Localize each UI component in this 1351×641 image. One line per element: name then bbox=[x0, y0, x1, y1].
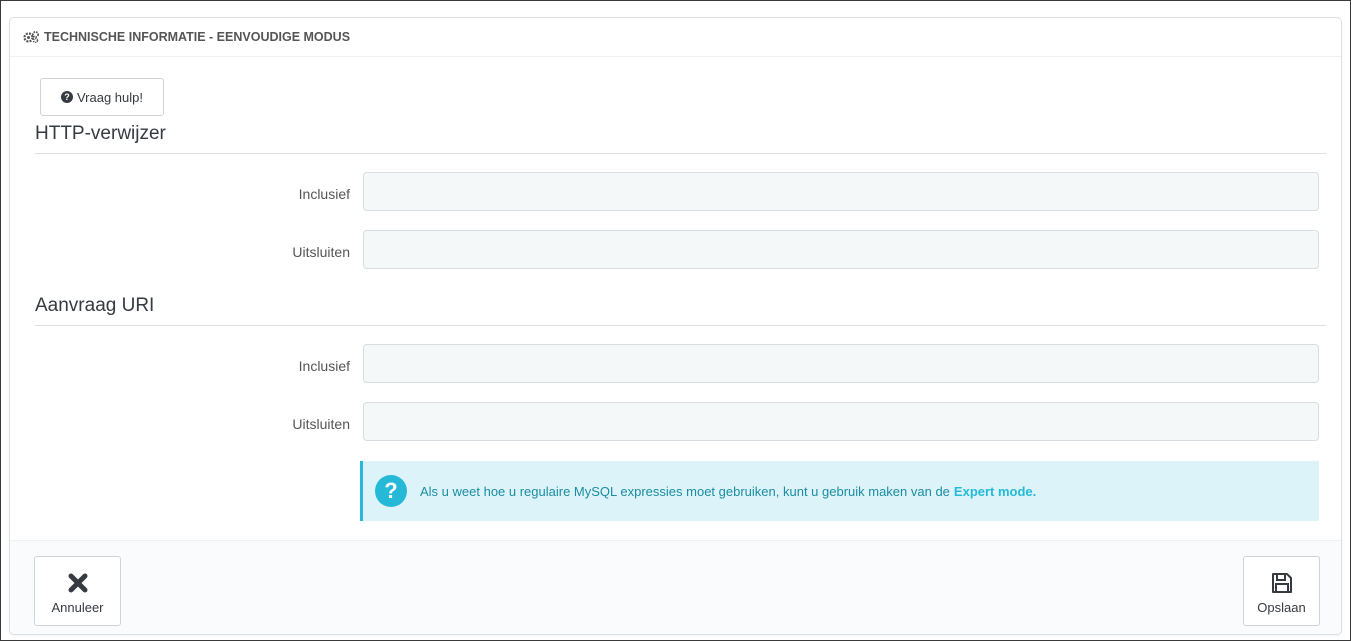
expert-mode-link[interactable]: Expert mode. bbox=[954, 484, 1036, 499]
cancel-button[interactable]: Annuleer bbox=[34, 556, 121, 626]
request-uri-exclude-input[interactable] bbox=[363, 402, 1319, 441]
question-icon: ? bbox=[375, 475, 407, 507]
save-button-label: Opslaan bbox=[1257, 599, 1306, 615]
field-label: Uitsluiten bbox=[292, 244, 350, 260]
technical-info-panel: TECHNISCHE INFORMATIE - EENVOUDIGE MODUS… bbox=[9, 17, 1342, 635]
cogs-icon bbox=[23, 31, 40, 43]
field-label: Inclusief bbox=[298, 358, 350, 374]
http-referrer-include-input[interactable] bbox=[363, 172, 1319, 211]
info-alert: ? Als u weet hoe u regulaire MySQL expre… bbox=[360, 461, 1319, 521]
section-title-http-referrer: HTTP-verwijzer bbox=[35, 122, 1326, 154]
panel-title: TECHNISCHE INFORMATIE - EENVOUDIGE MODUS bbox=[44, 30, 351, 44]
save-icon bbox=[1270, 568, 1294, 598]
help-button-label: Vraag hulp! bbox=[76, 89, 143, 105]
close-icon bbox=[67, 568, 89, 598]
field-label: Inclusief bbox=[298, 186, 350, 202]
field-label: Uitsluiten bbox=[292, 416, 350, 432]
section-title-request-uri: Aanvraag URI bbox=[35, 294, 1326, 326]
http-referrer-exclude-input[interactable] bbox=[363, 230, 1319, 269]
panel-heading: TECHNISCHE INFORMATIE - EENVOUDIGE MODUS bbox=[10, 18, 1341, 57]
request-uri-include-input[interactable] bbox=[363, 344, 1319, 383]
question-circle-icon: ? bbox=[60, 91, 73, 103]
alert-text: Als u weet hoe u regulaire MySQL express… bbox=[420, 483, 950, 499]
cancel-button-label: Annuleer bbox=[51, 599, 104, 615]
panel-footer: Annuleer Opslaan bbox=[10, 540, 1341, 634]
save-button[interactable]: Opslaan bbox=[1243, 556, 1320, 626]
help-button[interactable]: ? Vraag hulp! bbox=[40, 78, 164, 116]
